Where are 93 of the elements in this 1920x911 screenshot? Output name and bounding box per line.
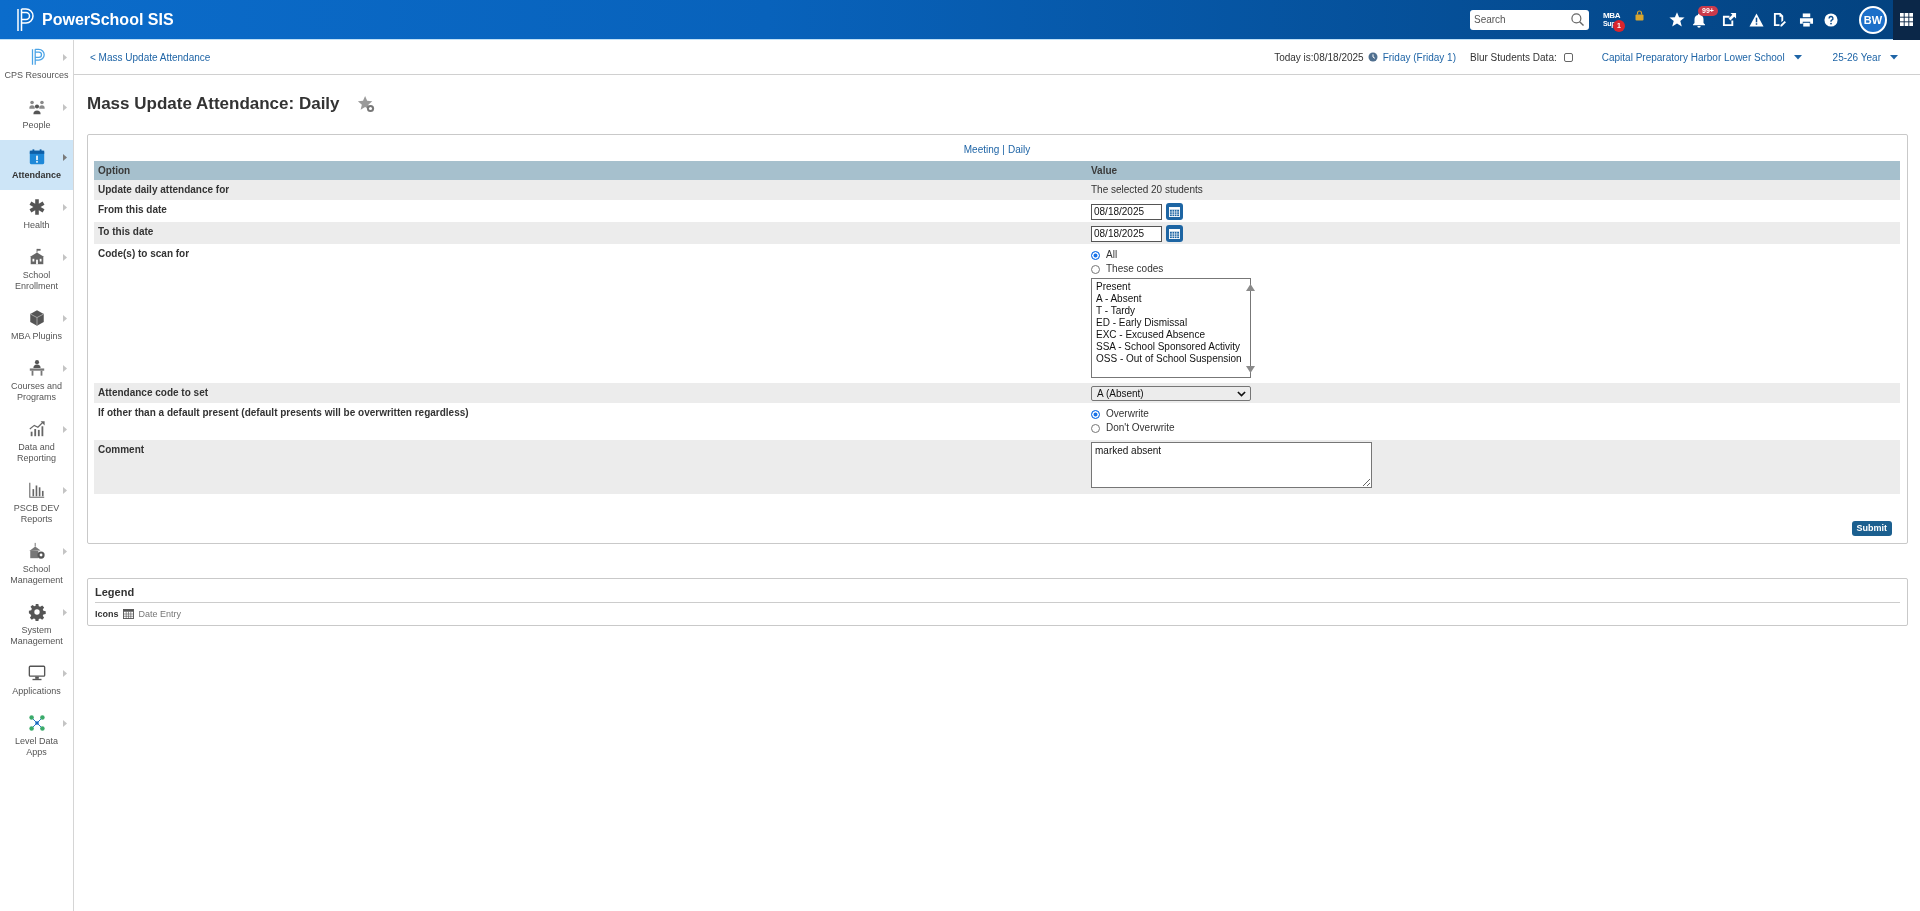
calendar-alert-icon <box>27 148 46 166</box>
blur-label: Blur Students Data: <box>1470 51 1557 63</box>
bar-chart-icon <box>27 481 46 499</box>
user-avatar[interactable]: BW <box>1859 5 1887 34</box>
radio-button[interactable] <box>1091 423 1100 433</box>
option-label: Update daily attendance for <box>98 184 230 195</box>
star-icon[interactable] <box>1669 12 1685 27</box>
chevron-down-icon[interactable] <box>1237 390 1246 397</box>
date-label: Today is:08/18/2025 <box>1274 51 1364 63</box>
caret-icon[interactable] <box>63 153 67 161</box>
caret-down-icon[interactable] <box>1793 54 1802 60</box>
checkbox[interactable] <box>1563 52 1573 62</box>
scroll-up-icon[interactable] <box>1245 284 1255 291</box>
warning-icon[interactable] <box>1749 12 1764 27</box>
help-icon[interactable] <box>1824 12 1838 27</box>
year-menu[interactable]: 25-26 Year <box>1832 51 1898 63</box>
sidebar-item[interactable]: Health <box>0 190 73 240</box>
sidebar-item[interactable]: Courses and Programs <box>0 351 73 412</box>
radio-label[interactable]: Don't Overwrite <box>1106 422 1175 434</box>
legend-label: Icons <box>95 608 119 619</box>
gear-icon <box>27 603 46 621</box>
bell-icon[interactable] <box>1691 11 1707 28</box>
padlock-icon[interactable] <box>1635 9 1644 21</box>
page-title: Mass Update Attendance: Daily <box>87 93 340 115</box>
option-label: If other than a default present (default presents will be overwritten regardless) <box>98 407 469 418</box>
chart-trend-icon <box>27 420 46 438</box>
listbox-option[interactable]: OSS - Out of School Suspension <box>1096 353 1242 365</box>
caret-down-icon[interactable] <box>1890 54 1898 60</box>
plugin-logo-text[interactable]: MBA <box>1603 11 1621 20</box>
option-label: Comment <box>98 444 145 455</box>
date-field[interactable]: 08/18/2025 <box>1091 225 1162 242</box>
building-gear-icon <box>27 542 46 560</box>
medical-cross-icon <box>27 198 46 216</box>
sidebar-item[interactable]: CPS Resources <box>0 40 73 90</box>
radio-button[interactable] <box>1091 264 1100 274</box>
listbox-option[interactable]: Present <box>1096 281 1131 293</box>
column-header: Option <box>97 165 131 176</box>
sidebar-item[interactable]: Attendance <box>0 140 73 190</box>
people-icon <box>27 98 46 116</box>
option-label: From this date <box>98 204 167 215</box>
mode-link[interactable]: Daily <box>1007 144 1031 156</box>
star-plus-icon[interactable] <box>356 95 375 113</box>
legend-text: Date Entry <box>138 608 182 619</box>
value-text: The selected 20 students <box>1091 184 1203 195</box>
radio-button[interactable] <box>1091 409 1100 419</box>
legend-title: Legend <box>95 586 135 598</box>
listbox-option[interactable]: A - Absent <box>1096 293 1142 305</box>
radio-label[interactable]: All <box>1106 249 1118 261</box>
search-field[interactable]: Search <box>1470 9 1589 30</box>
network-nodes-icon <box>27 714 46 732</box>
product-name[interactable]: PowerSchool SIS <box>42 10 174 29</box>
school-menu[interactable]: Capital Preparatory Harbor Lower School <box>1601 51 1802 63</box>
listbox-option[interactable]: SSA - School Sponsored Activity <box>1096 341 1240 353</box>
radio-label[interactable]: Overwrite <box>1106 408 1149 420</box>
document-edit-icon[interactable] <box>1773 12 1786 27</box>
link-separator: | <box>1002 144 1005 156</box>
printer-icon[interactable] <box>1799 12 1814 27</box>
date-field[interactable]: 08/18/2025 <box>1091 203 1162 220</box>
option-label: Attendance code to set <box>98 387 209 398</box>
mode-link[interactable]: Meeting <box>963 144 1000 156</box>
listbox-option[interactable]: T - Tardy <box>1096 305 1136 317</box>
calendar-icon <box>122 608 134 619</box>
sidebar-item[interactable]: Level Data Apps <box>0 706 73 767</box>
sidebar-item[interactable]: System Management <box>0 595 73 656</box>
listbox-option[interactable]: EXC - Excused Absence <box>1096 329 1205 341</box>
back-link[interactable]: < Mass Update Attendance <box>90 51 211 63</box>
radio-button[interactable] <box>1091 250 1100 260</box>
submit-button[interactable]: Submit <box>1851 521 1892 536</box>
apps-grid-icon[interactable] <box>1900 13 1913 26</box>
clock-icon[interactable] <box>1367 52 1378 62</box>
sidebar-item[interactable]: School Management <box>0 534 73 595</box>
comment-field[interactable]: marked absent <box>1091 442 1372 488</box>
listbox-option[interactable]: ED - Early Dismissal <box>1096 317 1188 329</box>
scroll-down-icon[interactable] <box>1245 366 1255 373</box>
sidebar-item[interactable]: People <box>0 90 73 140</box>
search-icon[interactable] <box>1571 13 1584 26</box>
apps-button[interactable] <box>1893 0 1920 40</box>
option-label: Code(s) to scan for <box>98 248 190 259</box>
sidebar-item[interactable]: Data and Reporting <box>0 412 73 473</box>
sidebar-item[interactable]: PSCB DEV Reports <box>0 473 73 534</box>
dropdown[interactable]: A (Absent) <box>1091 386 1251 401</box>
sidebar-item[interactable]: School Enrollment <box>0 240 73 301</box>
cube-icon <box>27 309 46 327</box>
person-at-desk-icon <box>27 359 46 377</box>
p-logo-icon[interactable] <box>16 7 34 32</box>
radio-label[interactable]: These codes <box>1106 263 1164 275</box>
expand-window-icon[interactable] <box>1722 12 1737 27</box>
monitor-icon <box>27 664 46 682</box>
sidebar-item[interactable]: MBA Plugins <box>0 301 73 351</box>
option-label: To this date <box>98 226 154 237</box>
day-link[interactable]: Friday (Friday 1) <box>1382 51 1456 63</box>
sidebar-item[interactable]: Applications <box>0 656 73 706</box>
column-header: Value <box>1090 165 1118 176</box>
